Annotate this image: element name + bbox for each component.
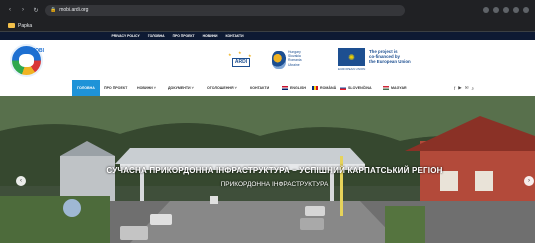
extension-icon[interactable] (503, 7, 509, 13)
youtube-icon[interactable]: ▶ (458, 85, 461, 91)
language-romanian[interactable]: ROMÂNĂ (312, 80, 336, 96)
bookmarks-bar: Papka (0, 20, 535, 32)
email-icon[interactable]: ✉ (465, 85, 469, 91)
eu-cofinance-badge: ✺ The project is co-financed by the Euro… (338, 48, 433, 73)
main-menu: ГОЛОВНА ПРО ПРОЕКТ НОВИНИ ˅ ДОКУМЕНТИ ˅ … (0, 80, 535, 96)
url-text: mobi.ardi.org (59, 7, 89, 13)
facebook-icon[interactable]: f (454, 86, 455, 91)
language-label: ROMÂNĂ (320, 86, 337, 90)
hero-title: СУЧАСНА ПРИКОРДОННА ІНФРАСТРУКТУРА – УСП… (106, 166, 443, 175)
star-icon: ★ (238, 50, 242, 55)
country-romania: Romania (288, 58, 302, 63)
site-header: MOBI ★ ★ ★ ARDI Hungary Slovakia Romania… (0, 40, 535, 80)
top-links-bar: PRIVACY POLICY ГОЛОВНА ПРО ПРОЕКТ НОВИНИ… (0, 32, 535, 40)
chevron-right-icon: › (528, 178, 530, 184)
forward-icon[interactable]: › (19, 6, 27, 14)
chevron-left-icon: ‹ (20, 178, 22, 184)
topbar-link-news[interactable]: НОВИНИ (203, 34, 218, 38)
language-english[interactable]: ENGLISH (282, 80, 306, 96)
extension-icons (483, 7, 529, 13)
star-icon: ★ (228, 52, 232, 57)
flag-gb-icon (282, 86, 288, 90)
menu-item-news[interactable]: НОВИНИ ˅ (137, 80, 156, 96)
menu-item-documents[interactable]: ДОКУМЕНТИ ˅ (168, 80, 194, 96)
eu-label: EUROPEAN UNION (338, 67, 366, 71)
language-label: ENGLISH (290, 86, 306, 90)
search-icon[interactable]: ⌕ (472, 86, 475, 91)
language-slovak[interactable]: SLOVENČINA (340, 80, 372, 96)
menu-item-announcements[interactable]: ОГОЛОШЕННЯ ˅ (207, 80, 237, 96)
browser-toolbar: ‹ › ↻ 🔒 mobi.ardi.org (0, 0, 535, 20)
language-label: SLOVENČINA (348, 86, 372, 90)
eu-line-3: the European Union (369, 59, 411, 64)
profile-icon[interactable] (523, 7, 529, 13)
address-bar[interactable]: 🔒 mobi.ardi.org (45, 4, 405, 16)
topbar-link-about[interactable]: ПРО ПРОЕКТ (173, 34, 195, 38)
back-icon[interactable]: ‹ (6, 6, 14, 14)
flag-hu-icon (383, 86, 389, 90)
menu-item-home[interactable]: ГОЛОВНА (72, 80, 100, 96)
social-links: f ▶ ✉ ⌕ (454, 80, 474, 96)
hero-slider: СУЧАСНА ПРИКОРДОННА ІНФРАСТРУКТУРА – УСП… (0, 96, 535, 243)
extension-icon[interactable] (483, 7, 489, 13)
programme-logo: Hungary Slovakia Romania Ukraine (272, 49, 318, 73)
mobi-logo[interactable]: MOBI (10, 44, 45, 77)
bookmark-folder[interactable]: Papka (18, 23, 32, 29)
topbar-link-home[interactable]: ГОЛОВНА (148, 34, 165, 38)
programme-mark-icon (272, 51, 286, 69)
slider-next-button[interactable]: › (524, 176, 534, 186)
eu-flag-icon: ✺ (338, 48, 365, 66)
flag-sk-icon (340, 86, 346, 90)
ardi-wordmark: ARDI (232, 58, 250, 67)
slider-prev-button[interactable]: ‹ (16, 176, 26, 186)
menu-item-contacts[interactable]: КОНТАКТИ (250, 80, 269, 96)
extension-icon[interactable] (513, 7, 519, 13)
topbar-link-privacy[interactable]: PRIVACY POLICY (111, 34, 139, 38)
country-ukraine: Ukraine (288, 62, 300, 67)
extension-icon[interactable] (493, 7, 499, 13)
eu-statement: The project is co-financed by the Europe… (369, 49, 411, 64)
lock-icon: 🔒 (50, 7, 57, 13)
language-label: MAGYAR (391, 86, 407, 90)
flag-ro-icon (312, 86, 318, 90)
programme-countries: Hungary Slovakia Romania Ukraine (288, 50, 302, 67)
website: PRIVACY POLICY ГОЛОВНА ПРО ПРОЕКТ НОВИНИ… (0, 32, 535, 243)
menu-item-about[interactable]: ПРО ПРОЕКТ (104, 80, 127, 96)
language-hungarian[interactable]: MAGYAR (383, 80, 407, 96)
folder-icon (8, 23, 15, 28)
logo-text: MOBI (31, 48, 45, 54)
topbar-link-contacts[interactable]: КОНТАКТИ (225, 34, 243, 38)
reload-icon[interactable]: ↻ (32, 6, 40, 14)
logo-center (19, 54, 34, 67)
hero-subtitle: ПРИКОРДОННА ІНФРАСТРУКТУРА (220, 181, 329, 188)
ardi-logo: ★ ★ ★ ARDI (226, 50, 258, 72)
